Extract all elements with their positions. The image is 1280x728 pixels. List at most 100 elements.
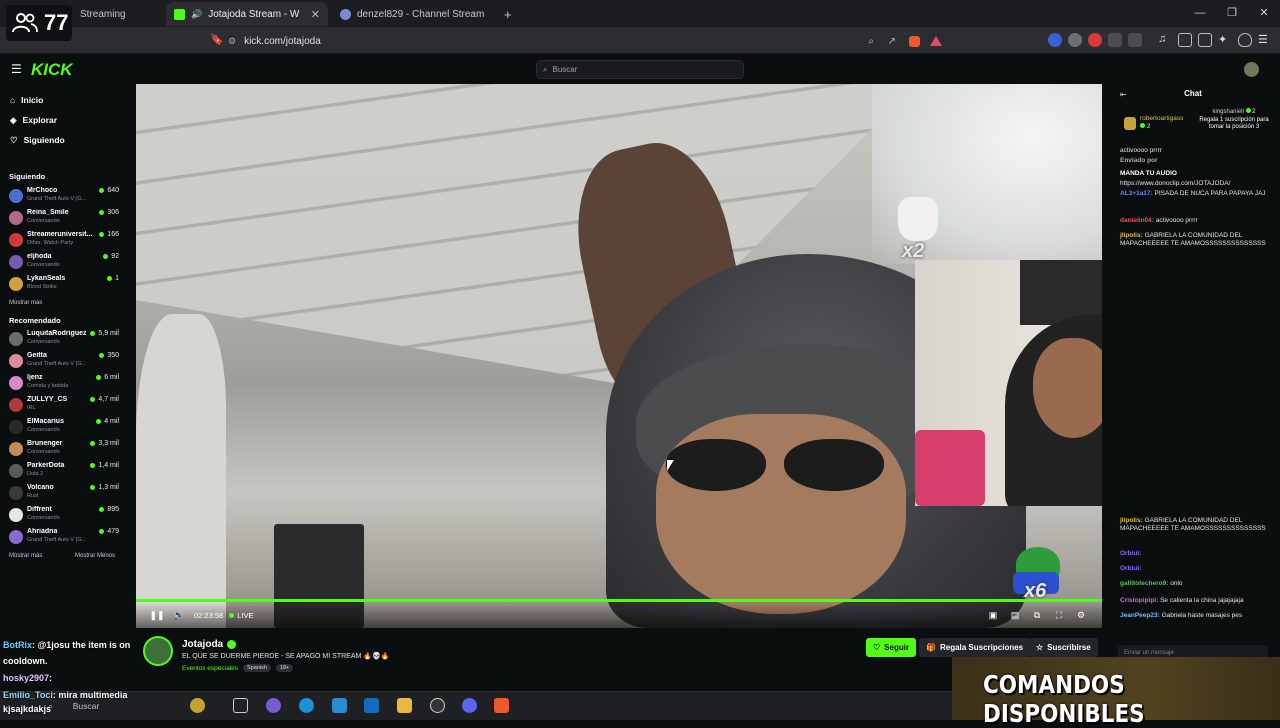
sidebar-channel[interactable]: ParkerDota Dota 2 1,4 mil [0, 460, 126, 482]
extension-icon[interactable] [1128, 33, 1142, 47]
extension-icon[interactable] [1068, 33, 1082, 47]
fullscreen-icon[interactable]: ⛶ [1048, 605, 1070, 627]
clip-icon[interactable]: ▣ [982, 605, 1004, 627]
task-view-icon[interactable] [233, 698, 248, 713]
theater-icon[interactable]: ▤ [1004, 605, 1026, 627]
progress-bar[interactable] [136, 599, 1102, 602]
sidebar-channel[interactable]: Geitta Grand Theft Auto V (G... 350 [0, 350, 126, 372]
show-less-button[interactable]: Mostrar Menos [66, 553, 115, 559]
chat-username[interactable]: danielin04: [1120, 217, 1154, 224]
tab-streaming[interactable]: Streaming [72, 2, 162, 26]
music-icon[interactable]: ♫ [1158, 33, 1172, 47]
sidebar-channel[interactable]: ElMacarius Conversando 4 mil [0, 416, 126, 438]
search-input[interactable]: ⌕ Buscar [536, 60, 744, 79]
chat-username[interactable]: jlipolis: [1120, 232, 1143, 239]
new-tab-button[interactable]: + [496, 2, 516, 26]
chat-username[interactable]: Orbiui: [1120, 565, 1141, 572]
kick-favicon-icon [174, 8, 185, 20]
channel-category: Conversando [27, 449, 60, 455]
sidebar-channel[interactable]: LuquitaRodriguez Conversando 5,9 mil [0, 328, 126, 350]
tab-jotajoda[interactable]: 🔊 Jotajoda Stream - Watch Live ✕ [166, 2, 328, 26]
outlook-icon[interactable] [364, 698, 379, 713]
share-icon[interactable]: ↗ [888, 36, 896, 47]
tab-denzel[interactable]: denzel829 - Channel Streams on Kick [332, 2, 492, 26]
sidebar-icon[interactable] [1178, 33, 1192, 47]
copilot-icon[interactable] [190, 698, 205, 713]
follow-label: Seguir [884, 643, 910, 652]
sidebar-channel[interactable]: ZULLYY_CS IRL 4,7 mil [0, 394, 126, 416]
chat-username[interactable]: Cristopipipi: [1120, 597, 1158, 604]
gift-subs-button[interactable]: 🎁 Regala Suscripciones [919, 638, 1031, 657]
stream-category[interactable]: Eventos especiales [182, 665, 238, 672]
video-player[interactable]: x2 x6 [136, 84, 1102, 628]
sidebar-channel[interactable]: Reina_Smile Conversando 306 [0, 207, 126, 229]
pip-icon[interactable]: ⧉ [1026, 605, 1048, 627]
close-window-icon[interactable]: ✕ [1248, 0, 1280, 27]
sidebar-channel[interactable]: ljenz Comida y bebida 6 mil [0, 372, 126, 394]
pause-icon[interactable]: ❚❚ [146, 605, 168, 627]
volume-icon[interactable]: 🔊 [168, 605, 190, 627]
chat-username[interactable]: JeanPeep23: [1120, 612, 1160, 619]
sidebar-channel[interactable]: MrChoco Grand Theft Auto V (G... 640 [0, 185, 126, 207]
streamer-name[interactable]: Jotajoda [182, 639, 223, 650]
channel-name: eljhoda [27, 253, 52, 260]
minimize-icon[interactable]: — [1184, 0, 1216, 27]
sidebar-channel[interactable]: eljhoda Conversando 92 [0, 251, 126, 273]
extension-icon[interactable] [1108, 33, 1122, 47]
sidebar-channel[interactable]: LykanSeals Blood Strike 1 [0, 273, 126, 295]
kick-logo[interactable]: KICK [31, 60, 73, 80]
bookmark-icon[interactable]: 🔖 [210, 33, 224, 46]
close-tab-icon[interactable]: ✕ [311, 8, 320, 21]
sub-gift-text: Regala 1 suscripción para tomar la posic… [1199, 117, 1269, 130]
tag-language[interactable]: Spanish [243, 664, 271, 672]
nav-label: Explorar [22, 115, 58, 125]
pinned-gifter: robertoartigass 2 [1124, 115, 1183, 131]
brave-icon[interactable] [494, 698, 509, 713]
file-explorer-icon[interactable] [397, 698, 412, 713]
sidebar-channel[interactable]: Ahriadna Grand Theft Auto V (G... 479 [0, 526, 126, 548]
live-dot-icon [229, 613, 235, 618]
streamer-avatar[interactable] [143, 636, 173, 666]
show-more-recommended-button[interactable]: Mostrar más [0, 553, 42, 559]
sidebar-channel[interactable]: Diffrent Conversando 895 [0, 504, 126, 526]
vpn-icon[interactable] [1238, 33, 1252, 47]
wallet-icon[interactable] [1198, 33, 1212, 47]
nav-siguiendo[interactable]: ♡ Siguiendo [0, 130, 126, 150]
obs-icon[interactable] [430, 698, 445, 713]
menu-icon[interactable]: ☰ [1258, 33, 1272, 47]
settings-icon[interactable]: ⚙ [1070, 605, 1092, 627]
hamburger-icon[interactable]: ☰ [11, 62, 22, 76]
chat-username[interactable]: AL3+1a17: [1120, 190, 1153, 197]
tag-mature[interactable]: 18+ [275, 664, 294, 672]
subscribe-button[interactable]: ☆ Suscribirse [1029, 638, 1098, 657]
chat-username[interactable]: Enviado por [1120, 157, 1158, 164]
leo-icon[interactable]: ✦ [1218, 33, 1232, 47]
store-icon[interactable] [332, 698, 347, 713]
sidebar-channel[interactable]: Volcano Rust 1,3 mil [0, 482, 126, 504]
url-field[interactable]: ⚙ kick.com/jotajoda ⌕ ↗ [228, 31, 954, 51]
chat-username[interactable]: Orbiui: [1120, 550, 1141, 557]
edge-icon[interactable] [299, 698, 314, 713]
site-info-icon[interactable]: ⚙ [228, 36, 236, 47]
sidebar-channel[interactable]: Streameruniversit... Other, Watch Party 16… [0, 229, 126, 251]
chat-username[interactable]: jlipolis: [1120, 517, 1143, 524]
chat-username[interactable]: MANDA TU AUDIO [1120, 170, 1177, 177]
extension-icon[interactable] [1088, 33, 1102, 47]
webcam-pink-object [915, 430, 985, 506]
rewards-icon[interactable] [930, 36, 942, 46]
follow-button[interactable]: ♡ Seguir [866, 638, 917, 657]
channel-name: Streameruniversit... [27, 231, 93, 238]
nav-inicio[interactable]: ⌂ Inicio [0, 90, 126, 110]
user-avatar[interactable] [1244, 62, 1259, 77]
discord-icon[interactable] [462, 698, 477, 713]
player-controls: ❚❚ 🔊 02:23:58 LIVE ▣ ▤ ⧉ ⛶ ⚙ [136, 603, 1102, 628]
live-dot-icon [99, 353, 105, 358]
restore-icon[interactable]: ❐ [1216, 0, 1248, 27]
zoom-icon[interactable]: ⌕ [868, 36, 874, 47]
chat-username[interactable]: gallitotechero9: [1120, 580, 1168, 587]
copilot-app-icon[interactable] [266, 698, 281, 713]
sidebar-channel[interactable]: Brunenger Conversando 3,3 mil [0, 438, 126, 460]
nav-explorar[interactable]: ◈ Explorar [0, 110, 126, 130]
shield-icon[interactable] [909, 35, 920, 47]
extension-icon[interactable] [1048, 33, 1062, 47]
